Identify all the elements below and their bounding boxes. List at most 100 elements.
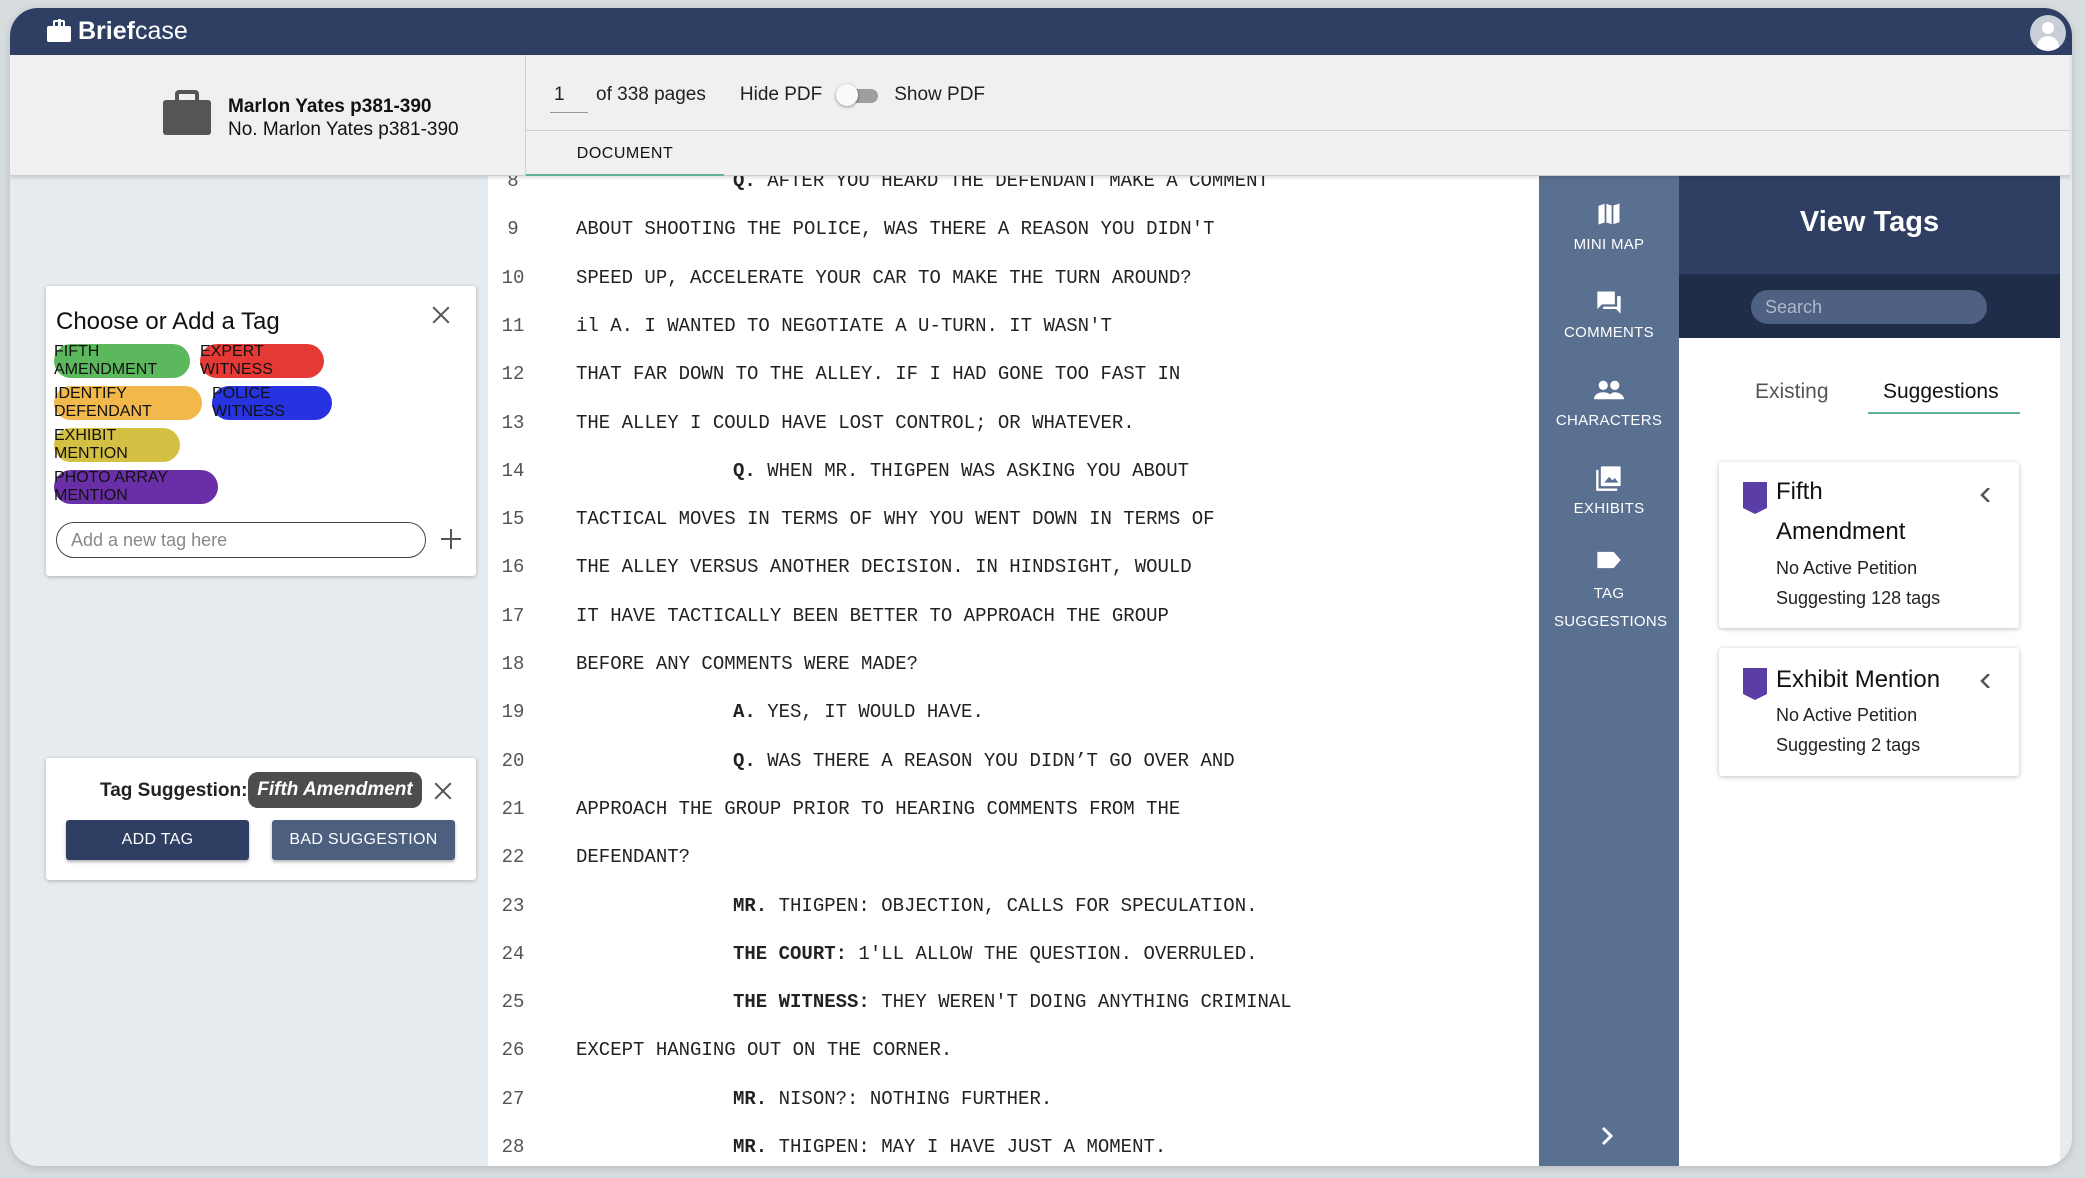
line-text: ABOUT SHOOTING THE POLICE, WAS THERE A R… — [576, 218, 1215, 240]
brand-logo[interactable]: Brief case — [46, 16, 188, 46]
tag-suggestion-value: Fifth Amendment — [248, 772, 422, 808]
line-text: DEFENDANT? — [576, 846, 690, 868]
chevron-left-icon[interactable] — [1979, 674, 1993, 688]
page-number-input[interactable] — [550, 77, 588, 113]
transcript-line: 9 ABOUT SHOOTING THE POLICE, WAS THERE A … — [488, 218, 1539, 248]
briefcase-logo-icon — [46, 19, 72, 43]
tag-chip-photo-array-mention[interactable]: PHOTO ARRAY MENTION — [54, 469, 218, 504]
close-suggestion-icon[interactable] — [432, 780, 454, 802]
line-number: 17 — [501, 604, 525, 627]
line-text: THE COURT: 1'LL ALLOW THE QUESTION. OVER… — [733, 943, 1258, 965]
comments-icon — [1597, 291, 1621, 314]
line-number: 24 — [501, 942, 525, 965]
nav-item-tag-suggestions[interactable]: TAG SUGGESTIONS — [1539, 548, 1679, 636]
nav-item-mini-map[interactable]: MINI MAP — [1539, 200, 1679, 253]
nav-item-exhibits[interactable]: EXHIBITS — [1539, 464, 1679, 517]
line-body: APPROACH THE GROUP PRIOR TO HEARING COMM… — [576, 797, 1181, 820]
transcript-line: 13 THE ALLEY I COULD HAVE LOST CONTROL; O… — [488, 412, 1539, 442]
line-text: A. YES, IT WOULD HAVE. — [733, 701, 984, 723]
line-number: 28 — [501, 1136, 525, 1158]
tab-document[interactable]: DOCUMENT — [526, 131, 724, 176]
line-text: MR. THIGPEN: MAY I HAVE JUST A MOMENT. — [733, 1136, 1166, 1158]
view-tags-title: View Tags — [1799, 206, 1940, 238]
line-number: 16 — [501, 556, 525, 579]
tab-existing[interactable]: Existing — [1755, 380, 1829, 404]
speaker-label: Q. — [733, 749, 756, 772]
tab-document-label: DOCUMENT — [576, 144, 674, 162]
tag-chip-identify-defendant[interactable]: IDENTIFY DEFENDANT — [54, 385, 202, 420]
transcript-line: 24 THE COURT: 1'LL ALLOW THE QUESTION. OV… — [488, 943, 1539, 973]
tag-search-input[interactable] — [1751, 290, 1987, 324]
tag-chip-fifth-amendment[interactable]: FIFTH AMENDMENT — [54, 343, 190, 378]
close-icon[interactable] — [430, 304, 452, 326]
transcript-line: 11 il A. I WANTED TO NEGOTIATE A U-TURN. … — [488, 315, 1539, 345]
bad-suggestion-button[interactable]: BAD SUGGESTION — [272, 820, 455, 860]
user-avatar-icon[interactable] — [2030, 15, 2066, 51]
line-body: WAS THERE A REASON YOU DIDN’T GO OVER AN… — [755, 749, 1235, 772]
add-tag-button[interactable]: ADD TAG — [66, 820, 249, 860]
suggestion-card-exhibit-mention[interactable]: Exhibit Mention No Active Petition Sugge… — [1719, 648, 2019, 776]
page-total-label: of 338 pages — [596, 84, 706, 105]
briefcase-icon — [162, 90, 212, 136]
tag-suggestion-card: Tag Suggestion: Fifth Amendment ADD TAG … — [46, 758, 476, 880]
transcript-line: 10 SPEED UP, ACCELERATE YOUR CAR TO MAKE … — [488, 267, 1539, 297]
case-title: Marlon Yates p381-390 — [228, 96, 432, 117]
plus-icon[interactable] — [441, 529, 461, 549]
line-text: THAT FAR DOWN TO THE ALLEY. IF I HAD GON… — [576, 363, 1180, 385]
line-text: IT HAVE TACTICALLY BEEN BETTER TO APPROA… — [576, 605, 1169, 627]
line-text: BEFORE ANY COMMENTS WERE MADE? — [576, 653, 918, 675]
line-body: 1'LL ALLOW THE QUESTION. OVERRULED. — [847, 942, 1258, 965]
transcript-line: 12 THAT FAR DOWN TO THE ALLEY. IF I HAD G… — [488, 363, 1539, 393]
tag-chip-police-witness[interactable]: POLICE WITNESS — [212, 385, 332, 420]
case-subtitle: No. Marlon Yates p381-390 — [228, 119, 459, 140]
line-body: THIGPEN: MAY I HAVE JUST A MOMENT. — [767, 1136, 1167, 1158]
chevron-left-icon[interactable] — [1979, 488, 1993, 502]
speaker-label: A. — [733, 701, 756, 724]
line-number: 25 — [501, 991, 525, 1014]
speaker-label: THE WITNESS: — [733, 991, 870, 1014]
line-body: TACTICAL MOVES IN TERMS OF WHY YOU WENT … — [576, 508, 1215, 531]
line-number: 21 — [501, 797, 525, 820]
nav-item-characters[interactable]: CHARACTERS — [1539, 376, 1679, 429]
line-body: AFTER YOU HEARD THE DEFENDANT MAKE A COM… — [755, 176, 1269, 192]
tab-suggestions[interactable]: Suggestions — [1883, 380, 1999, 404]
view-tags-header: View Tags — [1679, 176, 2060, 274]
line-number: 22 — [501, 846, 525, 869]
image-icon — [1596, 466, 1621, 491]
nav-label-characters: CHARACTERS — [1555, 412, 1663, 429]
document-viewer[interactable]: 8 Q. AFTER YOU HEARD THE DEFENDANT MAKE A… — [488, 176, 1539, 1166]
line-number: 13 — [501, 411, 525, 434]
line-number: 26 — [501, 1039, 525, 1062]
line-text: THE ALLEY VERSUS ANOTHER DECISION. IN HI… — [576, 556, 1192, 578]
line-text: THE ALLEY I COULD HAVE LOST CONTROL; OR … — [576, 412, 1135, 434]
line-body: NISON?: NOTHING FURTHER. — [767, 1087, 1053, 1110]
line-body: BEFORE ANY COMMENTS WERE MADE? — [576, 653, 919, 675]
line-number: 9 — [507, 218, 519, 241]
line-number: 18 — [501, 653, 525, 675]
new-tag-input[interactable] — [56, 522, 426, 558]
case-info: Marlon Yates p381-390 No. Marlon Yates p… — [10, 55, 526, 176]
line-body: THEY WEREN'T DOING ANYTHING CRIMINAL — [869, 991, 1292, 1014]
tag-chip-exhibit-mention[interactable]: EXHIBIT MENTION — [54, 427, 180, 462]
map-icon — [1598, 203, 1620, 225]
people-icon — [1594, 380, 1624, 400]
suggestion-title-line1: Fifth — [1776, 478, 1823, 505]
bookmark-icon — [1743, 668, 1767, 700]
line-body: THIGPEN: OBJECTION, CALLS FOR SPECULATIO… — [767, 894, 1258, 917]
line-text: SPEED UP, ACCELERATE YOUR CAR TO MAKE TH… — [576, 267, 1192, 289]
transcript-line: 21 APPROACH THE GROUP PRIOR TO HEARING CO… — [488, 798, 1539, 828]
line-body: il A. I WANTED TO NEGOTIATE A U-TURN. IT… — [576, 314, 1112, 337]
chevron-right-icon[interactable] — [1595, 1124, 1619, 1148]
line-text: APPROACH THE GROUP PRIOR TO HEARING COMM… — [576, 798, 1180, 820]
side-nav: MINI MAP COMMENTS CHARACTERS EXHIBITS TA… — [1539, 176, 1679, 1166]
suggestion-card-fifth-amendment[interactable]: Fifth Amendment No Active Petition Sugge… — [1719, 462, 2019, 628]
transcript-line: 20 Q. WAS THERE A REASON YOU DIDN’T GO OV… — [488, 750, 1539, 780]
transcript-line: 14 Q. WHEN MR. THIGPEN WAS ASKING YOU ABO… — [488, 460, 1539, 490]
nav-item-comments[interactable]: COMMENTS — [1539, 288, 1679, 341]
pdf-toggle[interactable] — [836, 84, 880, 106]
hide-pdf-label: Hide PDF — [739, 84, 823, 105]
tag-chip-expert-witness[interactable]: EXPERT WITNESS — [200, 343, 324, 378]
line-body: EXCEPT HANGING OUT ON THE CORNER. — [576, 1039, 953, 1062]
speaker-label: Q. — [733, 176, 756, 192]
speaker-label: Q. — [733, 459, 756, 482]
